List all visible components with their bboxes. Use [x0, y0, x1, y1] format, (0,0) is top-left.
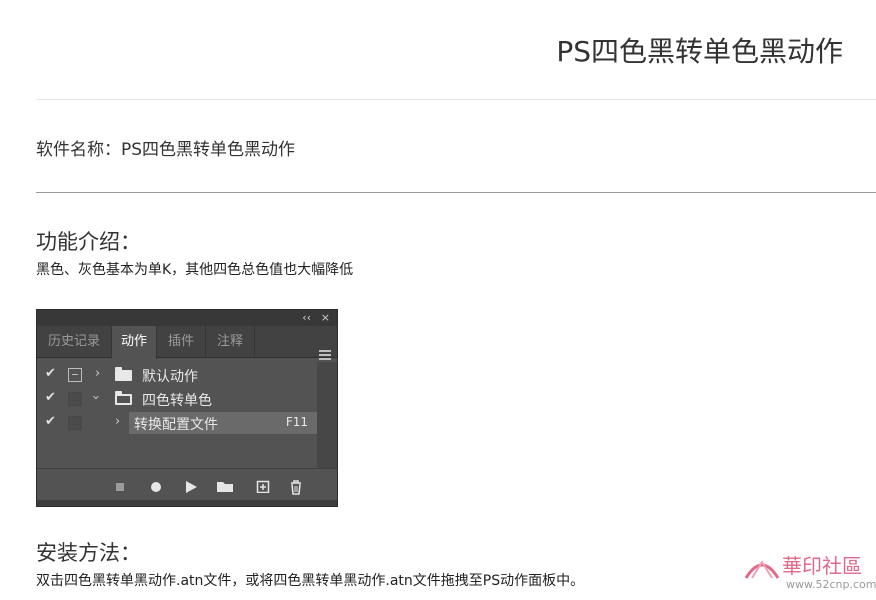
actions-list: ✔ › 默认动作 ✔ › 四色转单色 ✔ › 转换配置文件 F11	[37, 362, 318, 470]
panel-bottom-toolbar	[37, 468, 337, 506]
action-shortcut: F11	[285, 415, 308, 429]
new-set-icon[interactable]	[216, 479, 234, 493]
dialog-toggle-icon[interactable]	[68, 368, 82, 382]
action-label: 转换配置文件	[134, 417, 218, 433]
folder-open-icon	[115, 391, 132, 405]
panel-scrollbar[interactable]	[317, 362, 337, 470]
tab-plugins[interactable]: 插件	[157, 326, 206, 358]
page-title: PS四色黑转单色黑动作	[556, 35, 843, 68]
check-icon[interactable]: ✔	[45, 366, 56, 381]
new-action-icon[interactable]	[256, 479, 270, 493]
feature-heading: 功能介绍：	[36, 230, 141, 254]
folder-icon	[115, 367, 132, 381]
panel-resize-strip[interactable]	[37, 500, 337, 506]
tab-actions[interactable]: 动作	[112, 326, 157, 359]
feature-description: 黑色、灰色基本为单K，其他四色总色值也大幅降低	[36, 262, 354, 278]
panel-titlebar: ‹‹ ×	[37, 310, 337, 326]
record-icon[interactable]	[149, 479, 163, 493]
watermark-logo-icon	[744, 560, 780, 579]
software-name-line: 软件名称：PS四色黑转单色黑动作	[36, 140, 296, 160]
chevron-down-icon[interactable]: ›	[88, 395, 103, 400]
panel-menu-icon[interactable]	[319, 350, 331, 360]
chevron-right-icon[interactable]: ›	[115, 414, 120, 429]
panel-tabbar: 历史记录 动作 插件 注释	[37, 326, 337, 360]
watermark-url: www.52cnp.com	[786, 578, 876, 591]
collapse-icon[interactable]: ‹‹	[302, 311, 311, 325]
action-row[interactable]: ✔ › 四色转单色	[37, 388, 318, 410]
action-set-label: 默认动作	[142, 369, 198, 385]
close-icon[interactable]: ×	[321, 311, 330, 325]
check-icon[interactable]: ✔	[45, 414, 56, 429]
action-row[interactable]: ✔ › 默认动作	[37, 364, 318, 386]
tab-history[interactable]: 历史记录	[37, 326, 112, 358]
check-icon[interactable]: ✔	[45, 390, 56, 405]
dialog-toggle-icon[interactable]	[68, 392, 82, 406]
tab-notes[interactable]: 注释	[206, 326, 255, 358]
site-watermark: 華印社區 www.52cnp.com	[738, 542, 876, 600]
dialog-toggle-icon[interactable]	[68, 416, 82, 430]
title-divider	[36, 99, 876, 100]
section-divider	[36, 192, 876, 193]
ps-actions-panel: ‹‹ × 历史记录 动作 插件 注释 ✔ › 默认动作 ✔ › 四色转单色 ✔	[36, 309, 338, 507]
action-set-label: 四色转单色	[142, 393, 212, 409]
action-row-selected[interactable]: ✔ › 转换配置文件 F11	[37, 412, 318, 434]
install-heading: 安装方法：	[36, 541, 141, 565]
play-icon[interactable]	[184, 479, 198, 493]
delete-icon[interactable]	[289, 479, 303, 495]
chevron-right-icon[interactable]: ›	[95, 366, 100, 381]
stop-icon[interactable]	[115, 479, 125, 493]
install-description: 双击四色黑转单黑动作.atn文件，或将四色黑转单黑动作.atn文件拖拽至PS动作…	[36, 573, 585, 589]
watermark-text: 華印社區	[782, 554, 862, 578]
